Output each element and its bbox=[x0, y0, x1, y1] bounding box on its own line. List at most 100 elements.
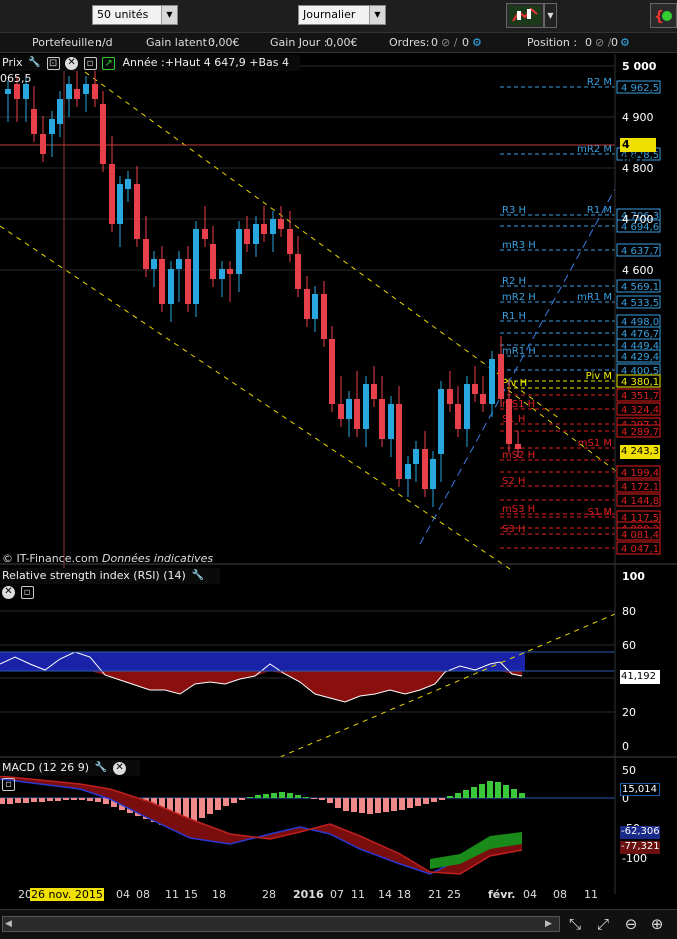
zoom-out-icon[interactable]: ⊖ bbox=[622, 915, 640, 933]
chart-area[interactable]: R2 M4 962,5mR2 M4 828,5R3 HR1 M4 706,34 … bbox=[0, 54, 677, 909]
macd-histogram-bar bbox=[207, 798, 213, 814]
price-tick-label: 4 600 bbox=[622, 264, 654, 277]
close-icon[interactable]: ✕ bbox=[65, 56, 79, 70]
macd-histogram-bar bbox=[87, 798, 93, 801]
position-separator: ⊘ / bbox=[595, 36, 612, 49]
candle-body bbox=[329, 339, 335, 404]
time-axis-label: 18 bbox=[212, 888, 226, 901]
macd-histogram-bar bbox=[287, 793, 293, 798]
price-panel-header: Prix 🔧 ⊡ ✕ ▫ ↗ Année :+Haut 4 647,9 +Bas… bbox=[0, 55, 300, 85]
chart-settings-button[interactable]: { bbox=[650, 3, 677, 28]
macd-histogram-bar bbox=[191, 798, 197, 822]
position-value-2: 0 bbox=[611, 36, 618, 49]
candle-body bbox=[405, 464, 411, 479]
pivot-value-label: 4 569,1 bbox=[621, 282, 659, 293]
macd-histogram-bar bbox=[223, 798, 229, 806]
macd-histogram-bar bbox=[311, 798, 317, 799]
candle-body bbox=[219, 269, 225, 279]
candle-body bbox=[346, 399, 352, 419]
candle-body bbox=[83, 84, 89, 94]
candle-body bbox=[40, 134, 46, 154]
close-icon[interactable]: ✕ bbox=[113, 761, 127, 775]
pivot-name-label: R1 H bbox=[502, 311, 526, 322]
macd-histogram-bar bbox=[63, 798, 69, 800]
macd-histogram-bar bbox=[271, 793, 277, 798]
window-icon[interactable]: ▫ bbox=[20, 585, 34, 599]
rsi-tick-label: 60 bbox=[622, 639, 636, 652]
scroll-right-icon[interactable]: ▶ bbox=[545, 918, 557, 930]
wrench-icon[interactable]: 🔧 bbox=[95, 762, 108, 775]
pivot-value-label: 4 324,4 bbox=[621, 405, 659, 416]
candle-body bbox=[363, 384, 369, 429]
chevron-down-icon: ▼ bbox=[369, 6, 385, 24]
quantity-select[interactable]: 50 unités ▼ bbox=[92, 5, 178, 25]
candle-body bbox=[202, 229, 208, 239]
macd-histogram-bar bbox=[319, 798, 325, 800]
pivot-name-label: S1 H bbox=[502, 414, 525, 425]
ordres-value-2: 0 bbox=[462, 36, 469, 49]
macd-histogram-bar bbox=[431, 798, 437, 802]
candle-body bbox=[57, 99, 63, 124]
macd-histogram-bar bbox=[327, 798, 333, 803]
candle-body bbox=[168, 269, 174, 304]
wrench-icon[interactable]: 🔧 bbox=[191, 570, 204, 583]
candle-body bbox=[92, 84, 98, 99]
portefeuille-value: n/d bbox=[95, 36, 113, 49]
pivot-value-label: 4 199,4 bbox=[621, 468, 659, 479]
candle-body bbox=[506, 399, 512, 444]
scroll-left-icon[interactable]: ◀ bbox=[5, 918, 17, 930]
macd-histogram-bar bbox=[463, 790, 469, 798]
candle-body bbox=[295, 254, 301, 289]
current-price-badge: 4 847 bbox=[620, 138, 656, 165]
time-axis-label: 25 bbox=[447, 888, 461, 901]
macd-histogram-bar bbox=[511, 789, 517, 798]
gear-icon[interactable]: ⚙ bbox=[620, 33, 630, 53]
macd-histogram-bar bbox=[335, 798, 341, 808]
expand-horizontal-icon[interactable]: ⤡ bbox=[566, 915, 584, 933]
time-axis-label: 11 bbox=[351, 888, 365, 901]
macd-histogram-bar bbox=[479, 784, 485, 798]
pivot-name-label: mS3 H bbox=[502, 504, 535, 515]
macd-histogram-bar bbox=[351, 798, 357, 812]
horizontal-scrollbar[interactable]: ◀ ▶ bbox=[2, 916, 560, 932]
pivot-value-label: 4 476,7 bbox=[621, 329, 659, 340]
rsi-panel-header: Relative strength index (RSI) (14) 🔧 ✕ ▫ bbox=[0, 568, 220, 599]
rsi-tick-label: 0 bbox=[622, 740, 629, 753]
macd-histogram-bar bbox=[407, 798, 413, 808]
indicators-button[interactable] bbox=[506, 3, 544, 28]
candle-body bbox=[430, 459, 436, 489]
close-icon[interactable]: ✕ bbox=[2, 585, 15, 599]
candle-body bbox=[134, 184, 140, 239]
compress-horizontal-icon[interactable]: ⤢ bbox=[594, 915, 612, 933]
pivot-name-label: S3 H bbox=[502, 524, 525, 535]
pivot-name-label: mR2 M bbox=[577, 144, 612, 155]
timeframe-select[interactable]: Journalier ▼ bbox=[298, 5, 386, 25]
pivot-name-label: mS1 M bbox=[578, 438, 612, 449]
macd-histogram-bar bbox=[55, 798, 61, 801]
macd-panel-title: MACD (12 26 9) bbox=[2, 761, 90, 774]
candle-body bbox=[278, 219, 284, 229]
window-icon[interactable]: ▫ bbox=[83, 56, 97, 70]
candle-body bbox=[498, 354, 504, 399]
gear-icon[interactable]: ⚙ bbox=[472, 33, 482, 53]
zoom-in-icon[interactable]: ⊕ bbox=[648, 915, 666, 933]
window-icon[interactable]: ▫ bbox=[2, 777, 15, 791]
macd-histogram-bar bbox=[487, 781, 493, 798]
wrench-icon[interactable]: 🔧 bbox=[28, 57, 41, 70]
candle-body bbox=[236, 229, 242, 274]
candle-body bbox=[489, 359, 495, 404]
macd-histogram-bar bbox=[303, 797, 309, 798]
macd-histogram-bar bbox=[519, 793, 525, 798]
macd-tick-label: 50 bbox=[622, 764, 636, 777]
add-icon[interactable]: ↗ bbox=[102, 56, 116, 70]
indicators-dropdown-icon[interactable]: ▼ bbox=[544, 3, 557, 28]
macd-histogram-bar bbox=[215, 798, 221, 810]
candle-body bbox=[193, 229, 199, 304]
copy-icon[interactable]: ⊡ bbox=[46, 56, 60, 70]
candle-body bbox=[464, 384, 470, 429]
candle-body bbox=[472, 384, 478, 394]
candle-body bbox=[447, 389, 453, 404]
candle-body bbox=[371, 384, 377, 399]
indicators-icon bbox=[509, 6, 541, 25]
chart-tools-icon: { bbox=[654, 9, 672, 25]
